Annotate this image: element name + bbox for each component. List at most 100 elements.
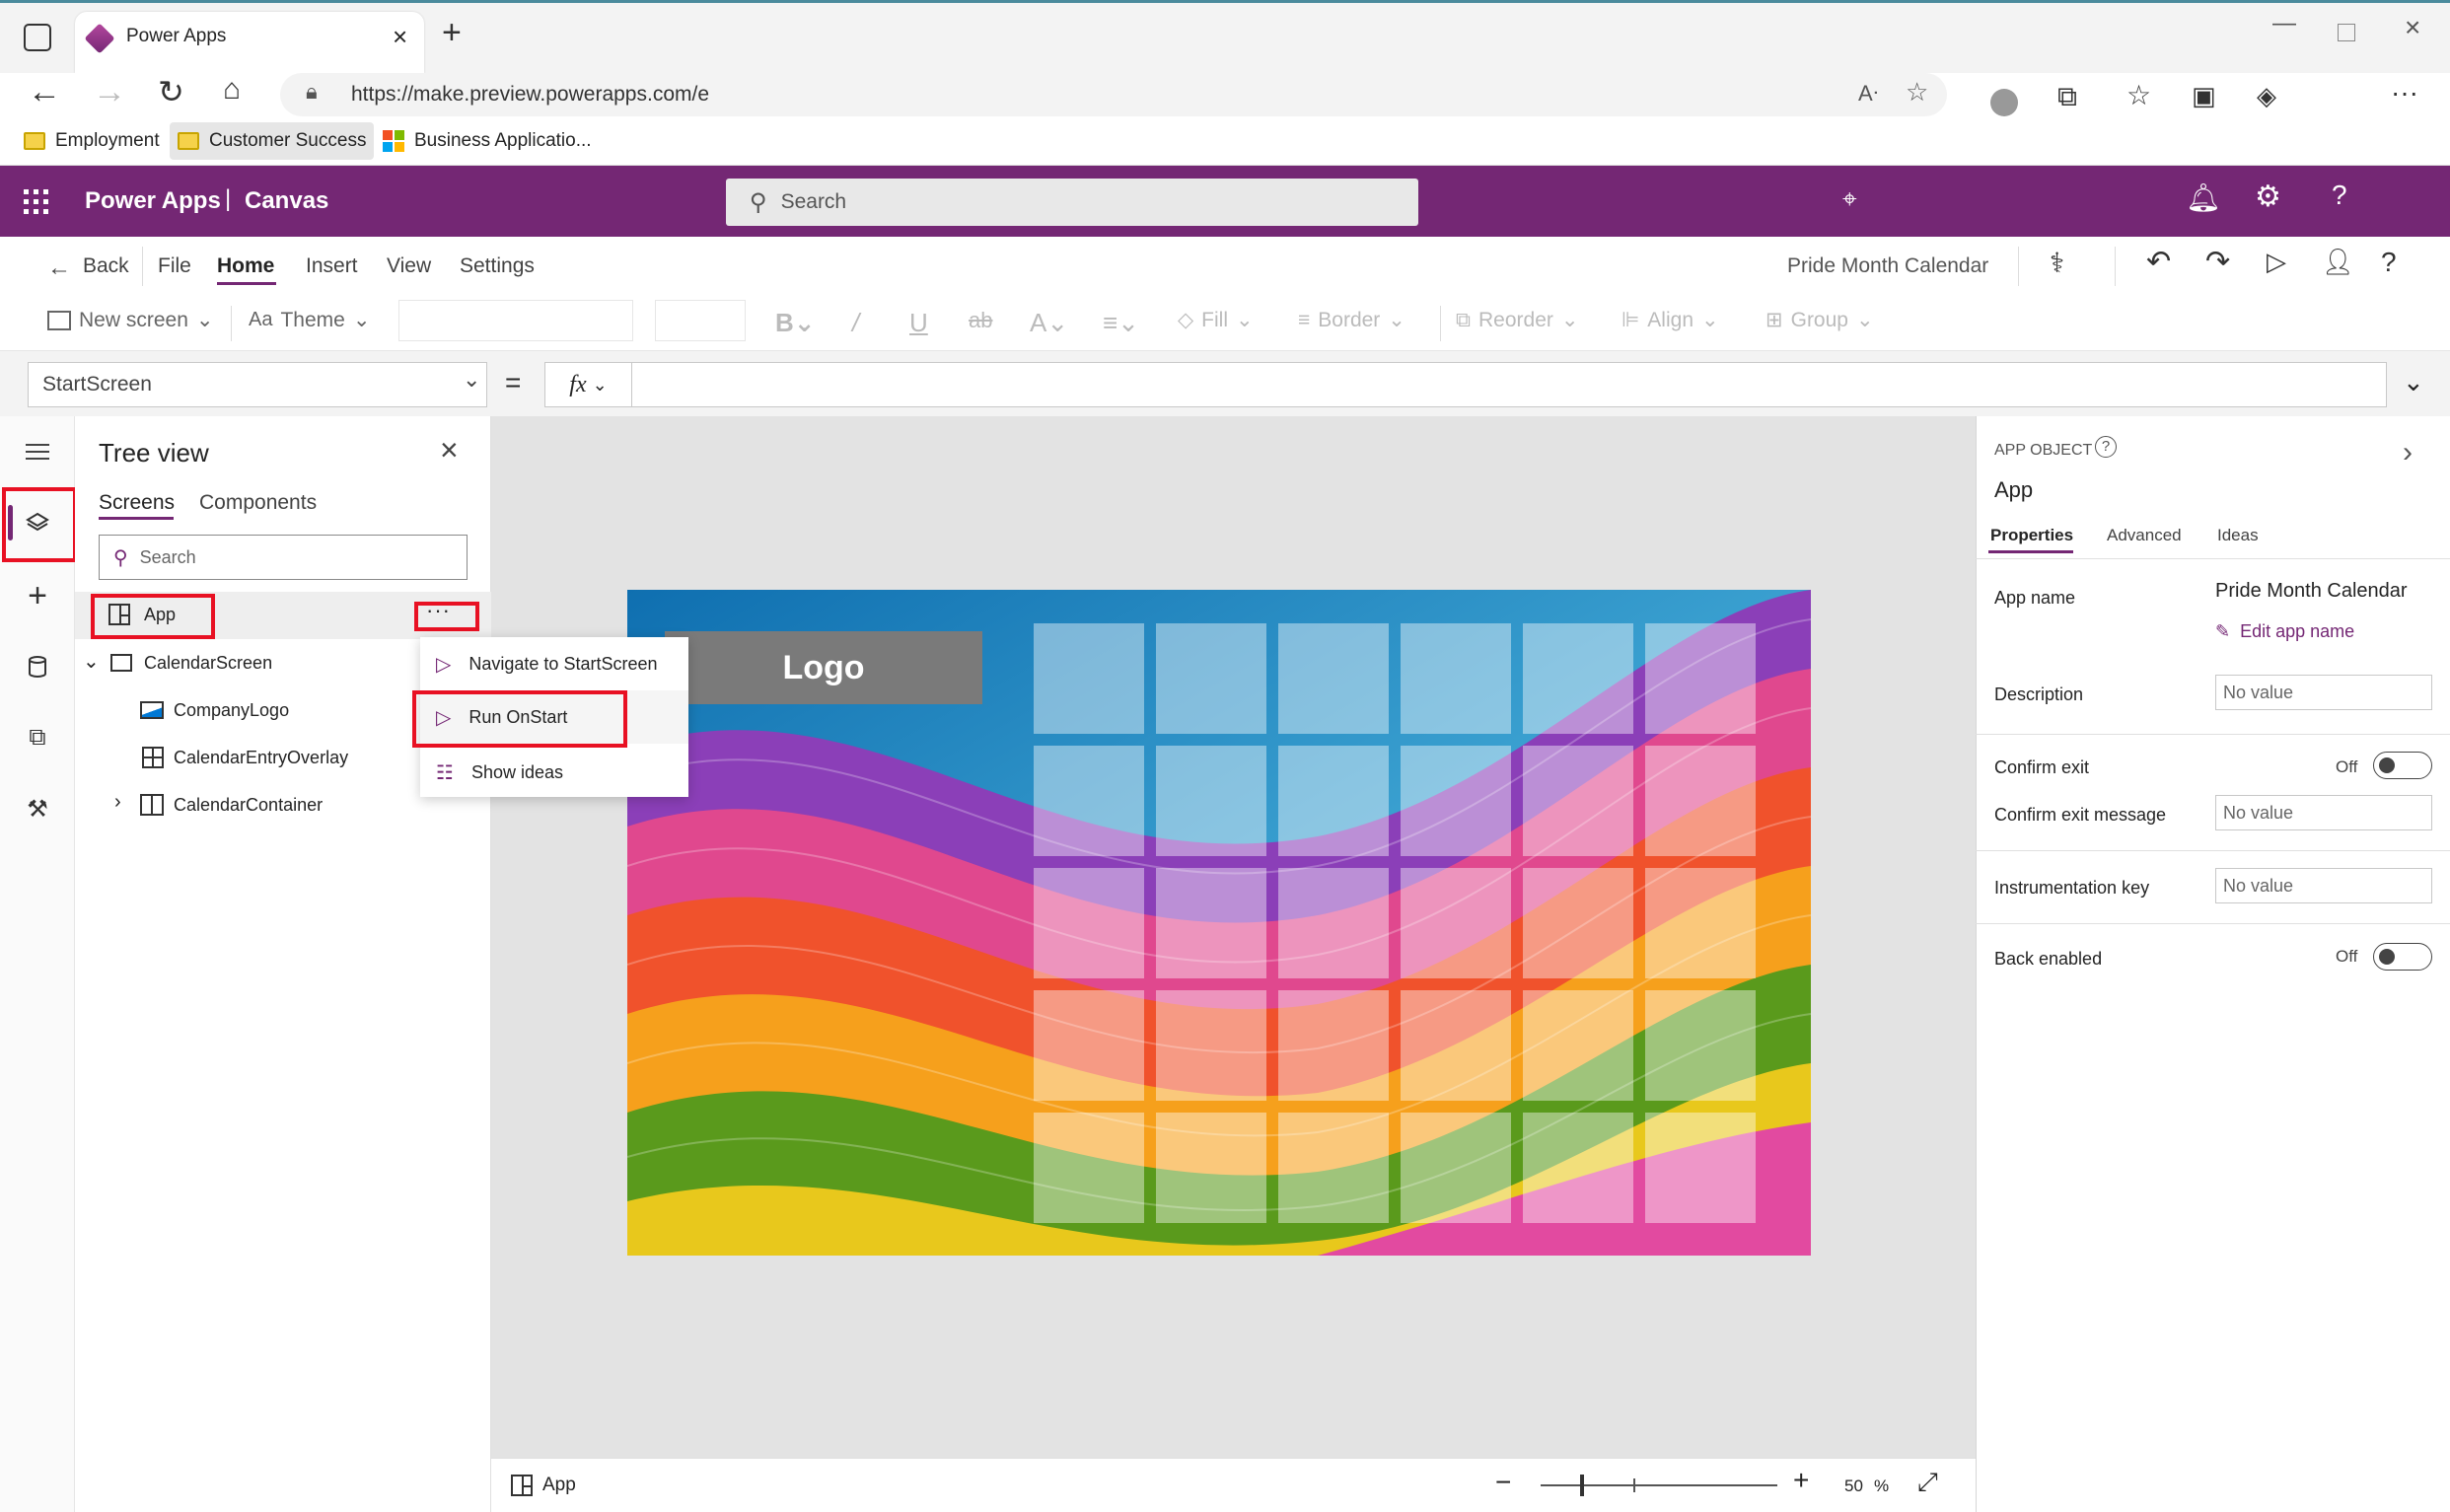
- menu-item-show-ideas[interactable]: ☷ Show ideas: [420, 746, 688, 799]
- redo-icon[interactable]: ↷: [2205, 245, 2230, 279]
- calendar-cell[interactable]: [1156, 623, 1266, 734]
- favorites-icon[interactable]: ☆: [2126, 79, 2151, 111]
- menu-settings[interactable]: Settings: [460, 254, 535, 278]
- confirm-exit-toggle[interactable]: [2373, 752, 2432, 779]
- command-help-icon[interactable]: ?: [2381, 247, 2397, 278]
- insert-plus-icon[interactable]: +: [18, 576, 57, 615]
- back-button[interactable]: Back: [83, 254, 129, 278]
- theme-button[interactable]: Aa Theme ⌄: [249, 308, 370, 332]
- extensions-icon[interactable]: ⧉: [2057, 81, 2077, 113]
- app-launcher-icon[interactable]: [24, 189, 48, 214]
- calendar-cell[interactable]: [1523, 868, 1633, 978]
- calendar-cell[interactable]: [1523, 746, 1633, 856]
- app-name-title[interactable]: Pride Month Calendar: [1787, 254, 1988, 278]
- edit-app-name-link[interactable]: ✎ Edit app name: [2215, 621, 2354, 642]
- fx-button[interactable]: fx ⌄: [544, 362, 631, 407]
- refresh-icon[interactable]: ↻: [158, 73, 184, 110]
- calendar-cell[interactable]: [1278, 746, 1389, 856]
- zoom-slider[interactable]: [1541, 1475, 1777, 1496]
- calendar-cell[interactable]: [1034, 623, 1144, 734]
- calendar-cell[interactable]: [1645, 623, 1756, 734]
- expand-formula-icon[interactable]: ⌄: [2403, 367, 2424, 397]
- menu-item-navigate-startscreen[interactable]: ▷ Navigate to StartScreen: [420, 637, 688, 690]
- preview-play-icon[interactable]: ▷: [2267, 247, 2286, 277]
- hamburger-menu-icon[interactable]: [18, 432, 57, 471]
- confirm-exit-message-input[interactable]: No value: [2215, 795, 2432, 830]
- back-icon[interactable]: ←: [47, 254, 71, 282]
- menu-home[interactable]: Home: [217, 254, 274, 278]
- calendar-cell[interactable]: [1401, 746, 1511, 856]
- help-icon[interactable]: ?: [2332, 180, 2347, 211]
- collapse-pane-icon[interactable]: ›: [2403, 436, 2413, 469]
- tab-actions-icon[interactable]: [24, 24, 51, 51]
- notifications-icon[interactable]: 🔔︎: [2186, 181, 2221, 214]
- info-icon[interactable]: ?: [2095, 436, 2117, 458]
- calendar-cell[interactable]: [1278, 868, 1389, 978]
- calendar-cell[interactable]: [1523, 990, 1633, 1101]
- address-bar[interactable]: 🔒︎ https://make.preview.powerapps.com/e …: [280, 73, 1947, 116]
- calendar-cell[interactable]: [1645, 1113, 1756, 1223]
- close-pane-icon[interactable]: ×: [440, 432, 459, 468]
- more-options-icon[interactable]: ···: [2391, 77, 2418, 108]
- tab-ideas[interactable]: Ideas: [2217, 526, 2259, 545]
- calendar-cell[interactable]: [1156, 1113, 1266, 1223]
- app-checker-icon[interactable]: ⚕: [2050, 247, 2064, 279]
- calendar-cell[interactable]: [1156, 746, 1266, 856]
- calendar-cell[interactable]: [1645, 868, 1756, 978]
- product-name[interactable]: Power Apps: [85, 187, 221, 215]
- bookmark-business-applications[interactable]: Business Applicatio...: [375, 122, 600, 160]
- maximize-icon[interactable]: [2338, 24, 2355, 41]
- formula-input[interactable]: [631, 362, 2387, 407]
- data-cylinder-icon[interactable]: [18, 647, 57, 686]
- settings-gear-icon[interactable]: ⚙: [2255, 180, 2281, 214]
- environment-icon[interactable]: ⌖: [1842, 183, 1857, 215]
- calendar-cell[interactable]: [1034, 990, 1144, 1101]
- browser-tab[interactable]: Power Apps ×: [75, 12, 424, 73]
- calendar-cell[interactable]: [1645, 746, 1756, 856]
- bookmark-employment[interactable]: Employment: [16, 122, 168, 160]
- calendar-cell[interactable]: [1034, 868, 1144, 978]
- calendar-cell[interactable]: [1156, 868, 1266, 978]
- browser-essentials-icon[interactable]: ◈: [2257, 81, 2276, 111]
- calendar-cell[interactable]: [1278, 623, 1389, 734]
- tab-screens[interactable]: Screens: [99, 491, 175, 515]
- global-search-input[interactable]: ⚲ Search: [726, 179, 1418, 226]
- zoom-slider-thumb[interactable]: [1580, 1475, 1584, 1496]
- media-icon[interactable]: ⧉: [18, 718, 57, 757]
- undo-icon[interactable]: ↶: [2146, 245, 2171, 279]
- zoom-out-icon[interactable]: −: [1495, 1467, 1511, 1498]
- advanced-tools-icon[interactable]: ⚒: [18, 789, 57, 828]
- tab-components[interactable]: Components: [199, 491, 317, 515]
- forward-arrow-icon[interactable]: →: [93, 73, 126, 111]
- back-arrow-icon[interactable]: ←: [28, 73, 61, 111]
- description-input[interactable]: No value: [2215, 675, 2432, 710]
- menu-file[interactable]: File: [158, 254, 191, 278]
- selected-control-name[interactable]: App: [542, 1475, 576, 1496]
- favorite-add-icon[interactable]: ☆: [1906, 77, 1928, 108]
- minimize-icon[interactable]: —: [2272, 10, 2296, 37]
- calendar-screen-preview[interactable]: Logo: [627, 590, 1811, 1256]
- profile-icon[interactable]: [1990, 89, 2018, 116]
- calendar-cell[interactable]: [1034, 746, 1144, 856]
- calendar-cell[interactable]: [1278, 1113, 1389, 1223]
- calendar-cell[interactable]: [1156, 990, 1266, 1101]
- fit-to-window-icon[interactable]: ⤢: [1917, 1467, 1938, 1498]
- zoom-in-icon[interactable]: +: [1793, 1465, 1809, 1496]
- new-screen-button[interactable]: New screen ⌄: [47, 308, 214, 332]
- close-tab-icon[interactable]: ×: [393, 22, 407, 52]
- calendar-cell[interactable]: [1401, 623, 1511, 734]
- calendar-cell[interactable]: [1278, 990, 1389, 1101]
- menu-insert[interactable]: Insert: [306, 254, 358, 278]
- url-text[interactable]: https://make.preview.powerapps.com/e: [351, 83, 709, 107]
- instrumentation-key-input[interactable]: No value: [2215, 868, 2432, 903]
- share-icon[interactable]: 👤︎: [2322, 247, 2354, 277]
- calendar-grid[interactable]: [1034, 623, 1756, 1223]
- home-icon[interactable]: ⌂: [223, 73, 241, 107]
- calendar-cell[interactable]: [1401, 990, 1511, 1101]
- calendar-cell[interactable]: [1523, 1113, 1633, 1223]
- bookmark-customer-success[interactable]: Customer Success: [170, 122, 375, 160]
- tab-properties[interactable]: Properties: [1990, 526, 2073, 545]
- close-window-icon[interactable]: ×: [2405, 12, 2420, 43]
- tree-search-input[interactable]: ⚲ Search: [99, 535, 468, 580]
- calendar-cell[interactable]: [1401, 868, 1511, 978]
